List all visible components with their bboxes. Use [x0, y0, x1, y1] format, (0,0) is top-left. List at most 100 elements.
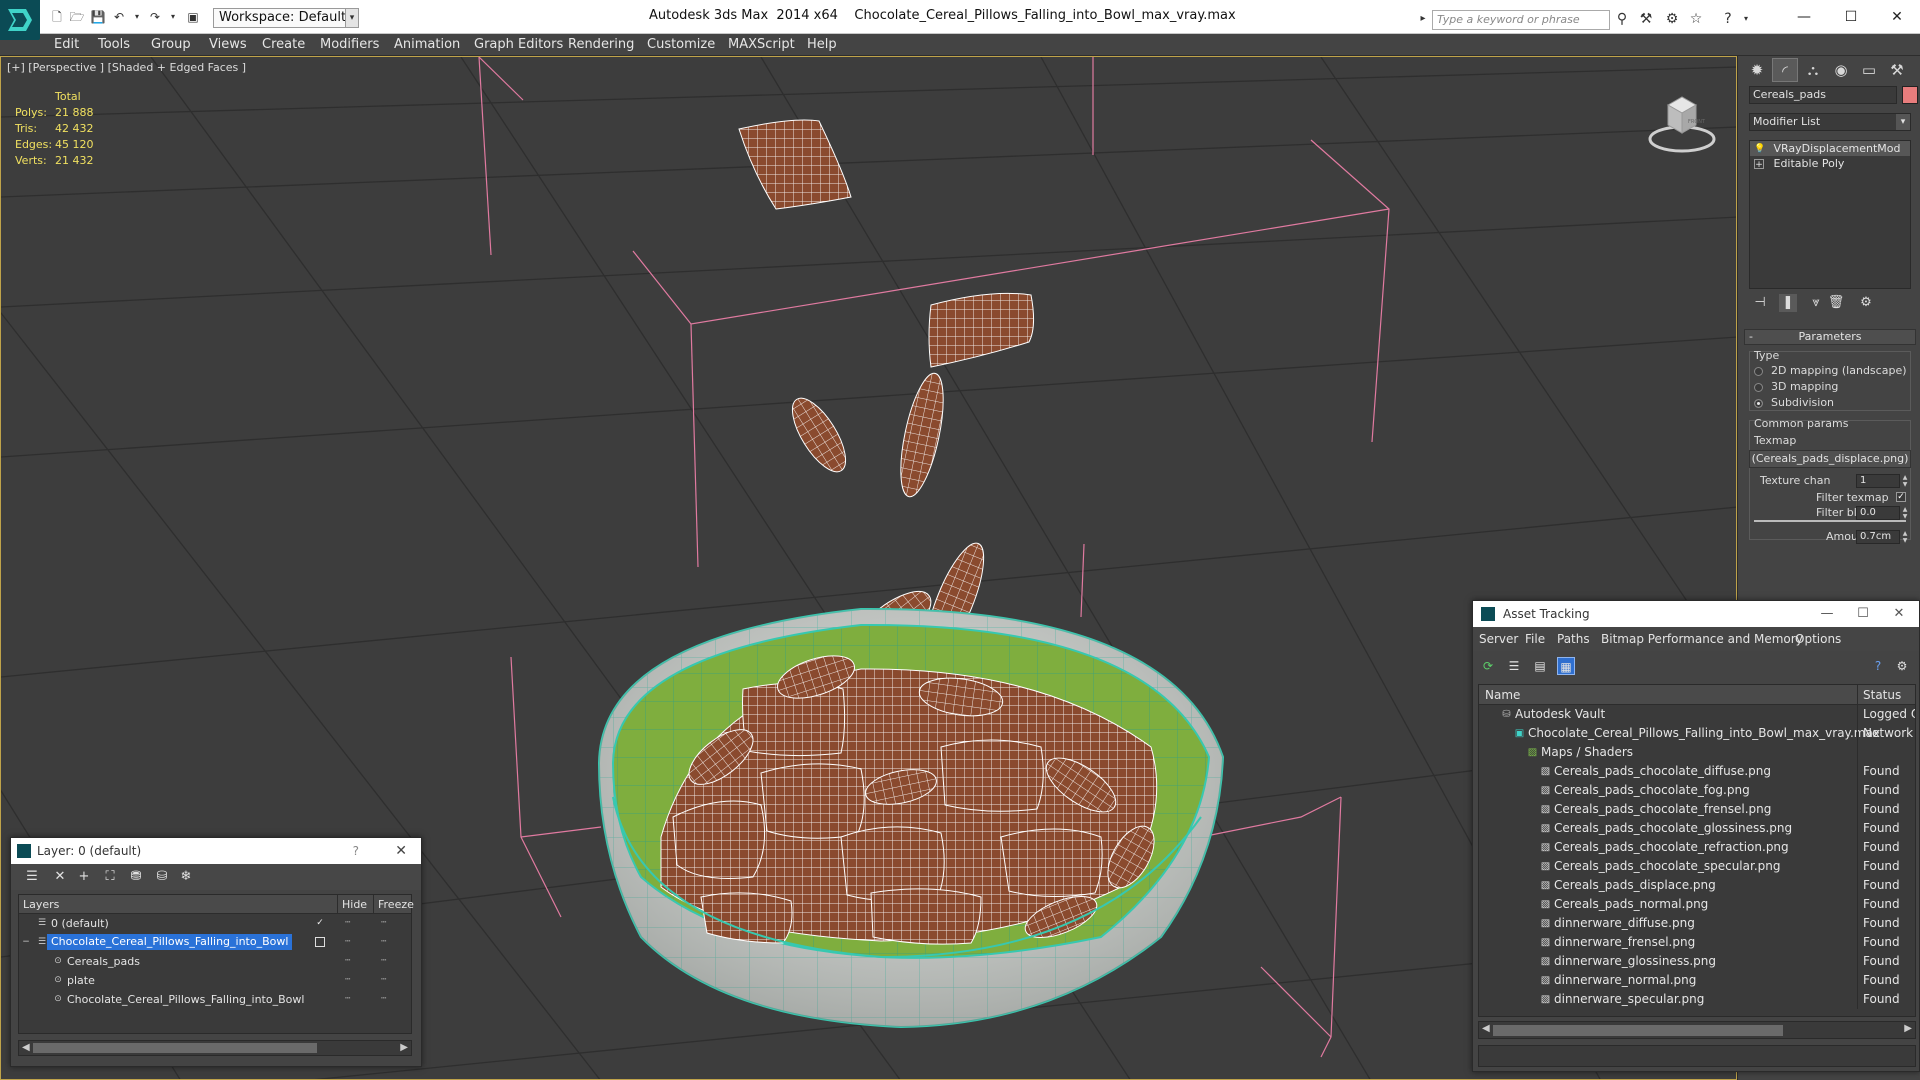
make-active-checkbox[interactable]: [315, 937, 325, 947]
layer-row-chocolate-cereal[interactable]: − ☰ Chocolate_Cereal_Pillows_Falling_int…: [19, 933, 411, 952]
show-end-result-icon[interactable]: ❚: [1779, 294, 1797, 312]
redo-icon[interactable]: ↷: [146, 9, 164, 25]
hide-toggle[interactable]: ┅: [345, 933, 350, 952]
utilities-tab-icon[interactable]: ⚒: [1884, 58, 1910, 82]
asset-window-titlebar[interactable]: Asset Tracking — ☐ ✕: [1473, 601, 1919, 627]
select-layer-icon[interactable]: ⛶: [101, 868, 119, 886]
thumbnail-view-icon[interactable]: ▤: [1531, 657, 1549, 675]
modifier-list-dropdown[interactable]: Modifier List ▾: [1749, 113, 1911, 131]
scroll-right-icon[interactable]: ▶: [400, 1041, 408, 1055]
search-input[interactable]: Type a keyword or phrase: [1432, 10, 1610, 30]
redo-dropdown-icon[interactable]: ▾: [164, 9, 182, 25]
spinner-arrows-icon[interactable]: ▲ ▼: [1901, 506, 1909, 520]
texture-chan-spinner[interactable]: 1: [1856, 474, 1900, 488]
highlight-layer-icon[interactable]: ⛃: [127, 868, 145, 886]
filter-blur-spinner[interactable]: 0.0: [1856, 506, 1900, 520]
viewcube[interactable]: FRONT: [1644, 87, 1720, 157]
spinner-arrows-icon[interactable]: ▲ ▼: [1901, 474, 1909, 488]
asset-row[interactable]: ▧ dinnerware_glossiness.png Found: [1479, 952, 1915, 971]
object-color-swatch[interactable]: [1902, 86, 1918, 104]
menu-edit[interactable]: Edit: [54, 37, 79, 52]
close-icon[interactable]: ✕: [395, 838, 407, 864]
asset-row[interactable]: ▧ dinnerware_diffuse.png Found: [1479, 914, 1915, 933]
menu-views[interactable]: Views: [209, 37, 247, 52]
filter-texmap-checkbox[interactable]: ✓: [1896, 492, 1906, 502]
app-logo-button[interactable]: [0, 0, 40, 40]
menu-help[interactable]: Help: [807, 37, 837, 52]
scroll-thumb[interactable]: [33, 1043, 317, 1053]
freeze-toggle[interactable]: ┅: [381, 933, 386, 952]
scroll-right-icon[interactable]: ▶: [1904, 1023, 1912, 1034]
binoculars-icon[interactable]: ⚲: [1614, 11, 1630, 27]
horizontal-scrollbar[interactable]: ◀ ▶: [1478, 1021, 1916, 1039]
help-icon[interactable]: ?: [1869, 657, 1887, 675]
asset-row[interactable]: ▨ Maps / Shaders: [1479, 743, 1915, 762]
expand-plus-icon[interactable]: +: [1754, 159, 1764, 170]
help-dropdown-icon[interactable]: ▾: [1738, 11, 1754, 27]
hide-toggle[interactable]: ┅: [345, 990, 350, 1009]
menu-graph-editors[interactable]: Graph Editors: [474, 37, 563, 52]
menu-customize[interactable]: Customize: [647, 37, 715, 52]
amount-spinner[interactable]: 0.7cm: [1856, 530, 1900, 544]
scroll-thumb[interactable]: [1493, 1025, 1783, 1036]
delete-layer-icon[interactable]: ✕: [51, 868, 69, 886]
hide-layers-icon[interactable]: ⛁: [153, 868, 171, 886]
menu-bitmap-performance[interactable]: Bitmap Performance and Memory: [1601, 632, 1803, 646]
workspace-selector[interactable]: Workspace: Default ▾: [213, 8, 353, 28]
favorites-star-icon[interactable]: ☆: [1688, 11, 1704, 27]
pin-stack-icon[interactable]: ⊣: [1751, 294, 1769, 312]
motion-tab-icon[interactable]: ◉: [1828, 58, 1854, 82]
asset-row[interactable]: ▧ Cereals_pads_chocolate_specular.png Foun…: [1479, 857, 1915, 876]
scroll-left-icon[interactable]: ◀: [22, 1041, 30, 1055]
radio-3d-mapping[interactable]: 3D mapping: [1754, 380, 1838, 394]
freeze-toggle[interactable]: ┅: [381, 971, 386, 990]
scroll-left-icon[interactable]: ◀: [1482, 1023, 1490, 1034]
asset-row[interactable]: ⛁ Autodesk Vault Logged O: [1479, 705, 1915, 724]
menu-animation[interactable]: Animation: [394, 37, 460, 52]
menu-create[interactable]: Create: [262, 37, 305, 52]
hide-toggle[interactable]: ┅: [345, 971, 350, 990]
remove-modifier-icon[interactable]: 🗑: [1827, 294, 1845, 312]
object-name-field[interactable]: Cereals_pads: [1749, 86, 1897, 104]
collapse-minus-icon[interactable]: −: [21, 937, 31, 947]
new-file-icon[interactable]: 🗋: [48, 9, 66, 25]
asset-row[interactable]: ▧ Cereals_pads_displace.png Found: [1479, 876, 1915, 895]
layer-row-cereals-pads[interactable]: ⊙ Cereals_pads ┅ ┅: [19, 952, 411, 971]
hide-toggle[interactable]: ┅: [345, 952, 350, 971]
menu-maxscript[interactable]: MAXScript: [728, 37, 795, 52]
texmap-button[interactable]: (Cereals_pads_displace.png): [1749, 450, 1911, 468]
hide-toggle[interactable]: ┅: [345, 914, 350, 933]
menu-group[interactable]: Group: [151, 37, 191, 52]
make-unique-icon[interactable]: ⩔: [1807, 294, 1825, 312]
configure-sets-icon[interactable]: ⚙: [1857, 294, 1875, 312]
menu-modifiers[interactable]: Modifiers: [320, 37, 379, 52]
close-button[interactable]: ✕: [1874, 4, 1920, 30]
menu-file[interactable]: File: [1525, 632, 1545, 646]
col-layers[interactable]: Layers: [23, 895, 59, 914]
asset-row[interactable]: ▧ Cereals_pads_chocolate_glossiness.png Fo…: [1479, 819, 1915, 838]
radio-subdivision[interactable]: Subdivision: [1754, 396, 1834, 410]
viewport-label[interactable]: [+] [Perspective ] [Shaded + Edged Faces…: [7, 61, 246, 74]
undo-dropdown-icon[interactable]: ▾: [128, 9, 146, 25]
asset-row[interactable]: ▧ dinnerware_normal.png Found: [1479, 971, 1915, 990]
undo-icon[interactable]: ↶: [110, 9, 128, 25]
freeze-toggle[interactable]: ┅: [381, 952, 386, 971]
list-view-icon[interactable]: ☰: [1505, 657, 1523, 675]
settings-icon[interactable]: ⚙: [1893, 657, 1911, 675]
col-name[interactable]: Name: [1485, 685, 1520, 705]
help-icon[interactable]: ?: [1720, 11, 1736, 27]
active-check-icon[interactable]: ✓: [315, 918, 325, 928]
create-tab-icon[interactable]: ✹: [1744, 58, 1770, 82]
menu-server[interactable]: Server: [1479, 632, 1518, 646]
parameters-rollout-header[interactable]: - Parameters: [1744, 329, 1916, 345]
radio-2d-mapping[interactable]: 2D mapping (landscape): [1754, 364, 1907, 378]
horizontal-scrollbar[interactable]: ◀ ▶: [18, 1040, 412, 1056]
stack-item-editable-poly[interactable]: + Editable Poly: [1750, 156, 1910, 171]
minimize-button[interactable]: —: [1781, 4, 1827, 30]
asset-row[interactable]: ▧ Cereals_pads_chocolate_refraction.png Fo…: [1479, 838, 1915, 857]
asset-row[interactable]: ▧ Cereals_pads_chocolate_frensel.png Found: [1479, 800, 1915, 819]
quick-access-dropdown[interactable]: ▾: [345, 8, 359, 28]
minimize-button[interactable]: —: [1807, 601, 1847, 627]
layer-manager-icon[interactable]: ☰: [23, 868, 41, 886]
asset-row[interactable]: ▧ Cereals_pads_normal.png Found: [1479, 895, 1915, 914]
